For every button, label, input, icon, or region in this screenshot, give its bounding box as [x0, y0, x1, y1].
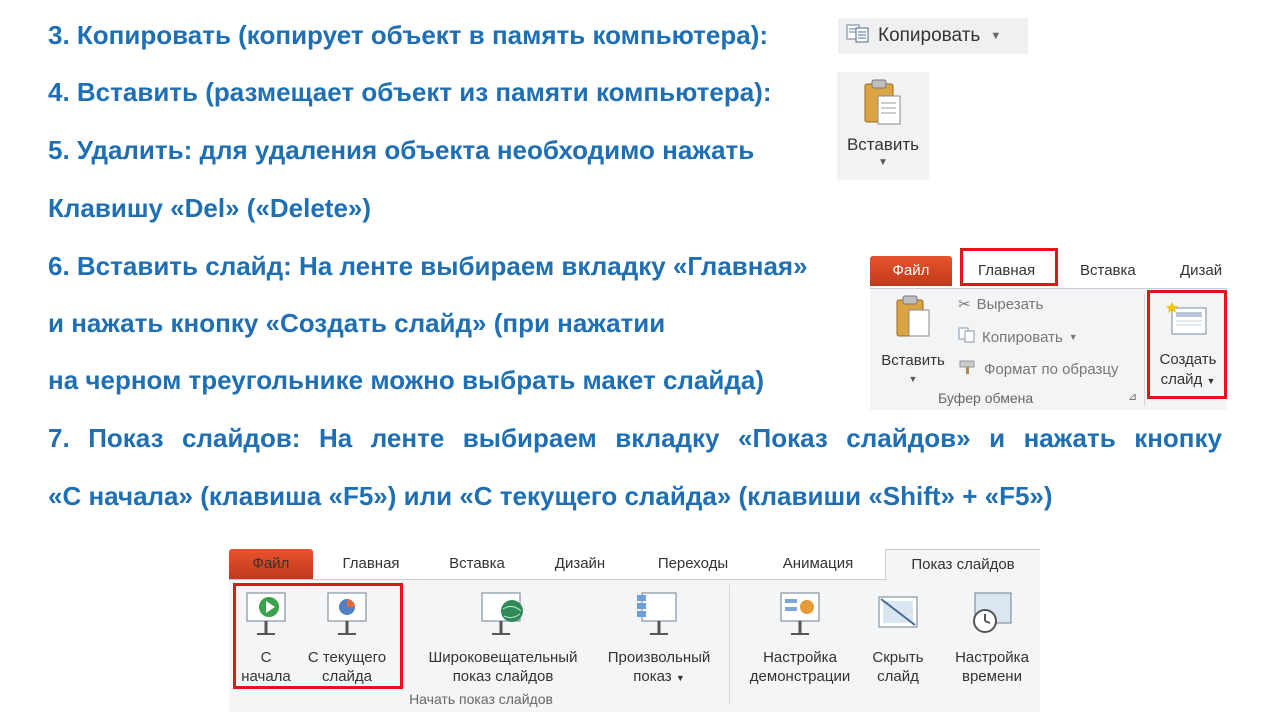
setup-show-icon — [737, 589, 863, 642]
setup-show-label-2: демонстрации — [749, 668, 851, 685]
format-painter-icon — [958, 359, 978, 379]
text-line-copy: 3. Копировать (копирует объект в память … — [48, 20, 769, 50]
ribbon-home: Файл Главная Вставка Дизай Вставить ▼ ✂ … — [870, 248, 1227, 410]
copy-label: Копировать — [982, 328, 1063, 346]
copy-button[interactable]: Копировать ▼ — [838, 18, 1028, 54]
broadcast-label-1: Широковещательный — [428, 649, 578, 666]
text-line-layout: на черном треугольнике можно выбрать мак… — [48, 365, 765, 395]
ribbon-tabs: Файл Главная Вставка Дизайн Переходы Ани… — [229, 541, 1040, 580]
tab-insert[interactable]: Вставка — [439, 549, 515, 579]
rehearse-timings-button[interactable]: Настройка времени — [945, 589, 1039, 686]
chevron-down-icon[interactable]: ▼ — [837, 157, 929, 168]
copy-button-label: Копировать — [878, 25, 981, 46]
group-label-start-show: Начать показ слайдов — [409, 691, 553, 707]
setup-show-button[interactable]: Настройка демонстрации — [737, 589, 863, 686]
format-painter-button[interactable]: Формат по образцу — [958, 359, 1119, 379]
clock-icon — [945, 589, 1039, 642]
clipboard-paste-icon — [876, 294, 950, 345]
hide-slide-icon — [865, 589, 931, 642]
chevron-down-icon[interactable]: ▼ — [990, 30, 1001, 42]
hide-slide-button[interactable]: Скрыть слайд — [865, 589, 931, 686]
paste-button[interactable]: Вставить ▼ — [837, 72, 929, 180]
custom-show-label-2: показ — [633, 668, 672, 685]
broadcast-button[interactable]: Широковещательный показ слайдов — [413, 589, 593, 686]
group-separator — [729, 585, 730, 705]
group-label-clipboard: Буфер обмена — [938, 390, 1034, 406]
scissors-icon: ✂ — [958, 296, 971, 313]
custom-show-icon — [597, 589, 721, 642]
highlight-home-tab — [960, 248, 1058, 286]
tab-insert[interactable]: Вставка — [1080, 256, 1136, 286]
ribbon-slideshow: Файл Главная Вставка Дизайн Переходы Ани… — [229, 541, 1040, 712]
text-line-paste: 4. Вставить (размещает объект из памяти … — [48, 77, 772, 107]
hide-slide-label-2: слайд — [877, 668, 919, 685]
paste-button[interactable]: Вставить ▼ — [876, 294, 950, 389]
text-line-from-start: «С начала» (клавиша «F5») или «С текущег… — [48, 481, 1053, 511]
chevron-down-icon[interactable]: ▼ — [876, 370, 950, 389]
tab-slideshow[interactable]: Показ слайдов — [885, 549, 1040, 580]
chevron-down-icon[interactable]: ▼ — [1069, 332, 1078, 342]
text-line-create-slide: и нажать кнопку «Создать слайд» (при наж… — [48, 308, 666, 338]
tab-file[interactable]: Файл — [870, 256, 952, 286]
tab-file[interactable]: Файл — [229, 549, 313, 579]
custom-show-button[interactable]: Произвольный показ ▼ — [597, 589, 721, 688]
cut-button[interactable]: ✂ Вырезать — [958, 295, 1044, 314]
cut-label: Вырезать — [976, 295, 1044, 313]
tab-design[interactable]: Дизайн — [547, 549, 613, 579]
hide-slide-label-1: Скрыть — [872, 649, 924, 666]
text-line-slideshow: 7. Показ слайдов: На ленте выбираем вкла… — [48, 423, 1222, 453]
highlight-new-slide — [1147, 290, 1227, 399]
clipboard-paste-icon — [861, 79, 905, 132]
paste-button-label: Вставить — [846, 135, 920, 154]
chevron-down-icon[interactable]: ▼ — [676, 673, 685, 683]
setup-show-label-1: Настройка — [763, 649, 837, 666]
paste-label: Вставить — [881, 352, 945, 369]
copy-button[interactable]: Копировать ▼ — [958, 327, 1078, 347]
timing-label-2: времени — [962, 668, 1022, 685]
text-line-delete-key: Клавишу «Del» («Delete») — [48, 193, 372, 223]
timing-label-1: Настройка — [955, 649, 1029, 666]
format-painter-label: Формат по образцу — [984, 360, 1119, 378]
highlight-start-buttons — [233, 583, 403, 689]
tab-design[interactable]: Дизай — [1180, 256, 1222, 286]
copy-icon — [958, 327, 976, 347]
text-line-insert-slide: 6. Вставить слайд: На ленте выбираем вкл… — [48, 251, 808, 281]
copy-icon — [846, 23, 872, 49]
group-separator — [1144, 294, 1145, 406]
tab-home[interactable]: Главная — [339, 549, 403, 579]
dialog-launcher-icon[interactable]: ⊿ — [1128, 390, 1137, 403]
text-line-delete: 5. Удалить: для удаления объекта необход… — [48, 135, 755, 165]
broadcast-label-2: показ слайдов — [452, 668, 554, 685]
tab-transitions[interactable]: Переходы — [647, 549, 739, 579]
tab-animation[interactable]: Анимация — [769, 549, 867, 579]
custom-show-label-1: Произвольный — [607, 649, 711, 666]
broadcast-icon — [413, 589, 593, 642]
